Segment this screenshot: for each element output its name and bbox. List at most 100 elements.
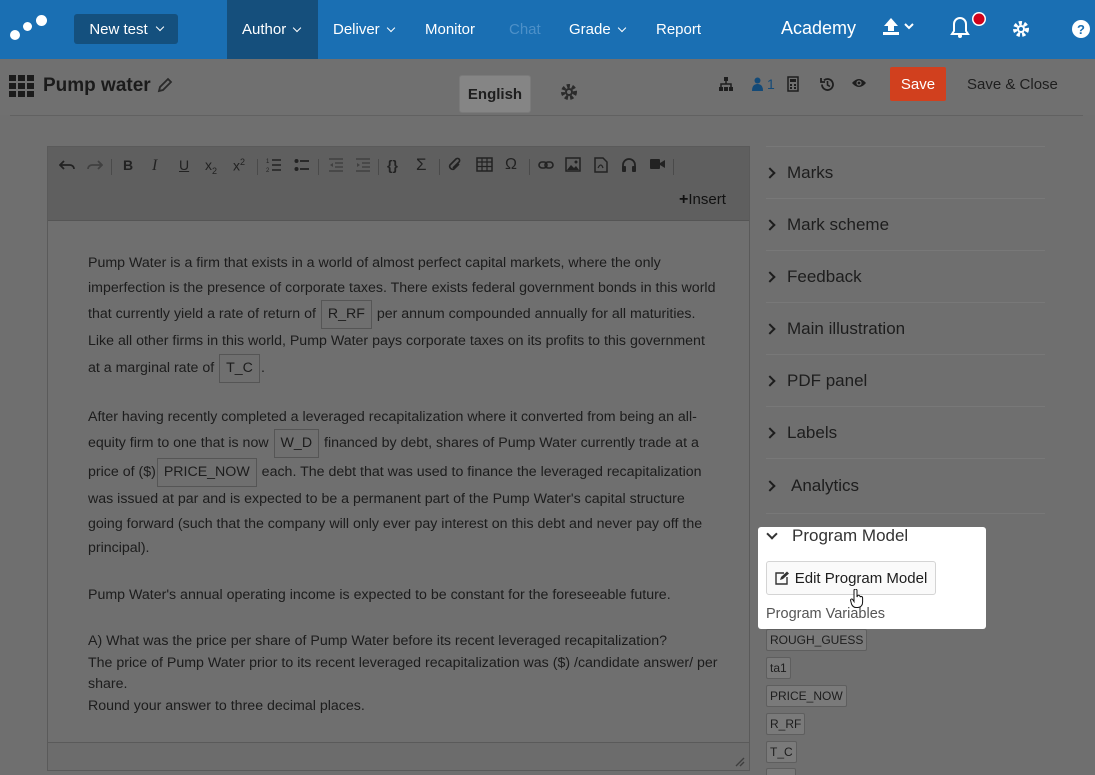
- chevron-right-icon: [764, 426, 776, 439]
- table-icon[interactable]: [476, 157, 493, 175]
- attachment-paperclip-icon[interactable]: [447, 157, 463, 176]
- italic-icon[interactable]: I: [152, 157, 157, 175]
- question-paragraph: A) What was the price per share of Pump …: [88, 633, 718, 714]
- page-title: Pump water: [43, 75, 151, 96]
- chevron-right-icon: [764, 374, 776, 387]
- numbered-list-icon[interactable]: 12: [266, 157, 282, 176]
- edit-program-model-label: Edit Program Model: [794, 569, 928, 587]
- chevron-right-icon: [764, 218, 776, 231]
- nav-deliver-label: Deliver: [333, 21, 380, 38]
- save-button[interactable]: Save: [890, 67, 946, 101]
- accordion-label: Analytics: [791, 476, 860, 495]
- history-icon[interactable]: [819, 76, 836, 97]
- program-variable-tag[interactable]: PRICE_NOW: [766, 685, 847, 707]
- nav-monitor[interactable]: Monitor: [425, 0, 475, 59]
- accordion-main-illustration[interactable]: Main illustration: [764, 302, 1045, 354]
- nav-grade[interactable]: Grade: [569, 0, 626, 59]
- program-variables-label: Program Variables: [766, 606, 886, 622]
- video-camera-icon[interactable]: [649, 157, 666, 174]
- svg-text:1: 1: [266, 159, 270, 165]
- bold-icon[interactable]: B: [123, 157, 133, 173]
- accordion-feedback[interactable]: Feedback: [764, 250, 1045, 302]
- hand-pointer-cursor-icon: [850, 589, 864, 608]
- accordion-label: PDF panel: [787, 370, 868, 390]
- nav-author[interactable]: Author: [227, 0, 318, 59]
- notification-bell-icon[interactable]: [948, 12, 990, 45]
- outdent-icon[interactable]: [328, 157, 344, 176]
- variable-placeholder[interactable]: PRICE_NOW: [156, 458, 257, 487]
- indent-icon[interactable]: [355, 157, 371, 176]
- new-test-label: New test: [89, 20, 148, 38]
- program-variable-tag[interactable]: ROUGH_GUESS: [766, 629, 868, 651]
- accordion-label: Marks: [787, 162, 834, 182]
- link-icon[interactable]: [538, 157, 554, 176]
- help-icon[interactable]: ?: [1071, 19, 1091, 44]
- edit-title-pencil-icon[interactable]: [157, 77, 173, 98]
- resize-handle-icon[interactable]: [735, 757, 745, 767]
- collaborator-count: 1: [767, 76, 775, 92]
- subscript-icon[interactable]: x2: [205, 157, 217, 176]
- question-body-text[interactable]: Pump Water is a firm that exists in a wo…: [88, 251, 718, 739]
- question-settings-gear-icon[interactable]: [559, 82, 579, 108]
- special-character-omega-icon[interactable]: Ω: [505, 156, 517, 174]
- program-model-panel: Program Model Edit Program Model Program…: [758, 526, 986, 629]
- program-variable-tag[interactable]: T_C: [766, 741, 797, 763]
- nav-chat: Chat: [509, 0, 541, 59]
- app-logo[interactable]: [10, 14, 50, 44]
- accordion-pdf-panel[interactable]: PDF panel: [764, 354, 1045, 406]
- accordion-marks[interactable]: Marks: [764, 146, 1045, 198]
- redo-icon[interactable]: [87, 157, 104, 176]
- user-icon: [752, 77, 763, 91]
- top-navigation-bar: New test Author Deliver Monitor Chat Gra…: [0, 0, 1095, 59]
- code-braces-icon[interactable]: {}: [387, 157, 398, 173]
- chevron-right-icon: [764, 322, 776, 335]
- accordion-program-model[interactable]: Program Model: [766, 526, 908, 546]
- variable-placeholder[interactable]: T_C: [219, 353, 260, 383]
- variable-placeholder[interactable]: W_D: [273, 429, 320, 458]
- new-test-button[interactable]: New test: [74, 14, 178, 44]
- image-icon[interactable]: [565, 157, 581, 175]
- insert-button[interactable]: +Insert: [679, 191, 726, 209]
- program-variable-tag[interactable]: [766, 768, 796, 775]
- calculator-icon[interactable]: [787, 76, 799, 96]
- undo-icon[interactable]: [58, 157, 75, 176]
- collaborators-indicator[interactable]: 1: [752, 76, 775, 92]
- nav-chat-label: Chat: [509, 21, 541, 38]
- header-divider: [10, 115, 1083, 116]
- language-button[interactable]: English: [459, 75, 531, 113]
- underline-icon[interactable]: U: [179, 157, 189, 173]
- accordion-labels[interactable]: Labels: [764, 406, 1045, 458]
- superscript-icon[interactable]: x2: [233, 157, 245, 174]
- accordion-label: Program Model: [792, 526, 909, 545]
- question-editor[interactable]: B I U x2 x2 12 {} Σ Ω +Insert Pump Water…: [47, 146, 750, 771]
- nav-author-label: Author: [242, 21, 287, 38]
- hierarchy-icon[interactable]: [718, 76, 734, 96]
- insert-label: Insert: [688, 191, 726, 208]
- chevron-down-icon: [766, 528, 778, 540]
- bullet-list-icon[interactable]: [294, 157, 310, 176]
- nav-grade-label: Grade: [569, 21, 611, 38]
- preview-eye-icon[interactable]: [851, 76, 867, 94]
- apps-grid-icon[interactable]: [9, 75, 34, 97]
- upload-icon[interactable]: [882, 16, 916, 43]
- sum-sigma-icon[interactable]: Σ: [416, 155, 427, 175]
- accordion-analytics[interactable]: Analytics: [764, 458, 1045, 514]
- nav-report[interactable]: Report: [656, 0, 701, 59]
- accordion-mark-scheme[interactable]: Mark scheme: [764, 198, 1045, 250]
- nav-monitor-label: Monitor: [425, 21, 476, 38]
- question-paragraph: After having recently completed a levera…: [88, 408, 703, 557]
- chevron-right-icon: [764, 270, 776, 283]
- save-and-close-button[interactable]: Save & Close: [967, 76, 1058, 93]
- nav-report-label: Report: [656, 21, 702, 38]
- pdf-file-icon[interactable]: [594, 157, 608, 176]
- accordion-label: Labels: [787, 422, 838, 442]
- variable-placeholder[interactable]: R_RF: [320, 300, 372, 329]
- program-variable-tag[interactable]: R_RF: [766, 713, 806, 735]
- accordion-label: Feedback: [787, 266, 862, 286]
- academy-link[interactable]: Academy: [781, 18, 856, 39]
- settings-gear-icon[interactable]: [1011, 19, 1031, 44]
- program-variable-tag[interactable]: ta1: [766, 657, 791, 679]
- chevron-right-icon: [764, 166, 776, 179]
- nav-deliver[interactable]: Deliver: [333, 0, 395, 59]
- audio-headphones-icon[interactable]: [621, 157, 637, 176]
